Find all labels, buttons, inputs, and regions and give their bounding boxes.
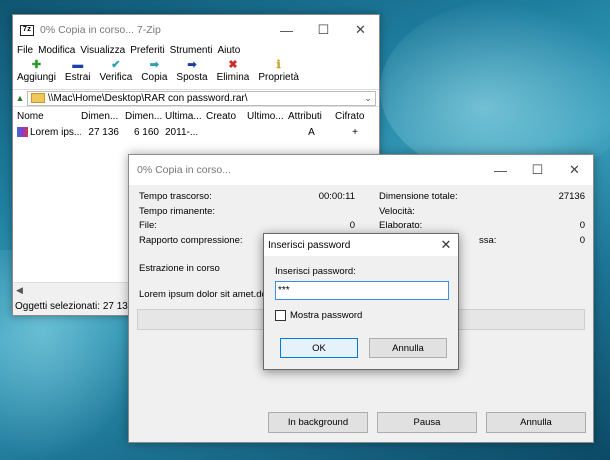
minimize-button[interactable]: — xyxy=(268,15,305,45)
file-list-header: Nome Dimen... Dimen... Ultima... Creato … xyxy=(13,107,379,125)
copy-label: Copia xyxy=(141,72,168,83)
file-attributes: A xyxy=(308,127,315,138)
column-size[interactable]: Dimen... xyxy=(81,111,125,122)
checkbox-box[interactable] xyxy=(275,310,286,321)
compressed-label: ssa: xyxy=(479,234,497,246)
add-button[interactable]: ✚ Aggiungi xyxy=(17,59,56,87)
cancel-button[interactable]: Annulla xyxy=(369,338,447,358)
ok-button[interactable]: OK xyxy=(280,338,358,358)
maximize-button[interactable]: ☐ xyxy=(305,15,342,45)
menu-bar: File Modifica Visualizza Preferiti Strum… xyxy=(13,45,379,59)
up-folder-icon[interactable]: ▲ xyxy=(13,93,27,103)
background-button[interactable]: In background xyxy=(268,412,368,433)
column-modified[interactable]: Ultima... xyxy=(165,111,206,122)
copy-arrow-icon: ➡ xyxy=(149,59,159,71)
password-input[interactable]: *** xyxy=(275,281,449,300)
main-title-bar[interactable]: 7z 0% Copia in corso... 7-Zip — ☐ ✕ xyxy=(13,15,379,45)
chevron-down-icon[interactable]: ⌄ xyxy=(361,93,375,104)
file-packed-size: 6 160 xyxy=(133,127,159,138)
current-file-label: Lorem ipsum dolor sit amet.doc xyxy=(139,289,272,300)
wallpaper-highlight xyxy=(380,0,610,180)
progress-close-button[interactable]: ✕ xyxy=(556,155,593,185)
address-field[interactable]: \\Mac\Home\Desktop\RAR con password.rar\… xyxy=(27,90,376,106)
files-value: 0 xyxy=(349,220,355,231)
speed-label: Velocità: xyxy=(379,205,415,217)
delete-x-icon: ✖ xyxy=(228,59,238,71)
address-text: \\Mac\Home\Desktop\RAR con password.rar\ xyxy=(48,92,248,104)
address-bar: ▲ \\Mac\Home\Desktop\RAR con password.ra… xyxy=(13,89,379,107)
file-name: Lorem ips... xyxy=(30,127,81,138)
pause-button[interactable]: Pausa xyxy=(377,412,477,433)
column-packed-size[interactable]: Dimen... xyxy=(125,111,165,122)
elapsed-label: Tempo trascorso: xyxy=(139,191,212,202)
column-encrypted[interactable]: Cifrato xyxy=(335,111,375,122)
file-size: 27 136 xyxy=(88,127,119,138)
properties-button[interactable]: ℹ Proprietà xyxy=(258,59,299,87)
stat-row: Tempo rimanente: Velocità: xyxy=(139,206,585,221)
remaining-label: Tempo rimanente: xyxy=(139,205,216,217)
stat-row: Tempo trascorso: 00:00:11 Dimensione tot… xyxy=(139,191,585,206)
password-dialog: Inserisci password ✕ Inserisci password:… xyxy=(263,233,459,370)
processed-label: Elaborato: xyxy=(379,220,423,231)
info-icon: ℹ xyxy=(276,59,281,71)
move-label: Sposta xyxy=(176,72,208,83)
test-button[interactable]: ✔ Verifica xyxy=(99,59,132,87)
check-icon: ✔ xyxy=(111,59,121,71)
menu-strumenti[interactable]: Strumenti xyxy=(170,45,213,59)
scroll-left-icon[interactable]: ◀ xyxy=(16,283,23,297)
delete-label: Elimina xyxy=(216,72,250,83)
menu-visualizza[interactable]: Visualizza xyxy=(80,45,125,59)
files-label: File: xyxy=(139,220,157,231)
copy-button[interactable]: ➡ Copia xyxy=(141,59,167,87)
delete-button[interactable]: ✖ Elimina xyxy=(217,59,250,87)
close-button[interactable]: ✕ xyxy=(342,15,379,45)
processed-value: 0 xyxy=(579,220,585,231)
password-dialog-title-bar[interactable]: Inserisci password ✕ xyxy=(264,234,458,256)
password-dialog-title: Inserisci password xyxy=(268,239,351,251)
total-size-label: Dimensione totale: xyxy=(379,191,458,202)
show-password-checkbox[interactable]: Mostra password xyxy=(275,310,362,321)
extract-label: Estrai xyxy=(64,72,91,83)
file-encrypted: + xyxy=(352,127,358,138)
minus-icon: ▬ xyxy=(72,59,84,71)
operation-label: Estrazione in corso xyxy=(139,263,220,274)
toolbar: ✚ Aggiungi ▬ Estrai ✔ Verifica ➡ Copia ➡… xyxy=(13,59,379,87)
add-label: Aggiungi xyxy=(17,72,56,83)
sevenzip-app-icon: 7z xyxy=(20,24,34,36)
move-button[interactable]: ➡ Sposta xyxy=(176,59,207,87)
plus-icon: ✚ xyxy=(31,59,42,71)
progress-minimize-button[interactable]: — xyxy=(482,155,519,185)
properties-label: Proprietà xyxy=(258,72,299,83)
column-created[interactable]: Creato xyxy=(206,111,247,122)
progress-cancel-button[interactable]: Annulla xyxy=(486,412,586,433)
folder-icon xyxy=(31,93,45,103)
rar-file-icon xyxy=(17,127,28,138)
total-size-value: 27136 xyxy=(558,191,585,202)
column-accessed[interactable]: Ultimo... xyxy=(247,111,288,122)
show-password-label: Mostra password xyxy=(290,310,363,321)
compression-ratio-label: Rapporto compressione: xyxy=(139,234,243,246)
file-row[interactable]: Lorem ips... 27 136 6 160 2011-... A + xyxy=(13,125,379,140)
move-arrow-icon: ➡ xyxy=(187,59,197,71)
menu-preferiti[interactable]: Preferiti xyxy=(130,45,164,59)
progress-title-bar[interactable]: 0% Copia in corso... — ☐ ✕ xyxy=(129,155,593,185)
column-attributes[interactable]: Attributi xyxy=(288,111,335,122)
progress-window-title: 0% Copia in corso... xyxy=(137,164,231,176)
file-modified: 2011-... xyxy=(165,127,199,138)
test-label: Verifica xyxy=(99,72,133,83)
elapsed-value: 00:00:11 xyxy=(318,191,355,202)
password-label: Inserisci password: xyxy=(275,266,356,277)
main-window-title: 0% Copia in corso... 7-Zip xyxy=(40,24,161,36)
column-name[interactable]: Nome xyxy=(13,111,81,122)
menu-file[interactable]: File xyxy=(17,45,33,59)
progress-maximize-button[interactable]: ☐ xyxy=(519,155,556,185)
close-icon[interactable]: ✕ xyxy=(434,237,458,253)
file-name-cell: Lorem ips... xyxy=(13,127,81,138)
menu-aiuto[interactable]: Aiuto xyxy=(217,45,240,59)
menu-modifica[interactable]: Modifica xyxy=(38,45,75,59)
extract-button[interactable]: ▬ Estrai xyxy=(65,59,91,87)
compressed-value: 0 xyxy=(579,234,585,246)
